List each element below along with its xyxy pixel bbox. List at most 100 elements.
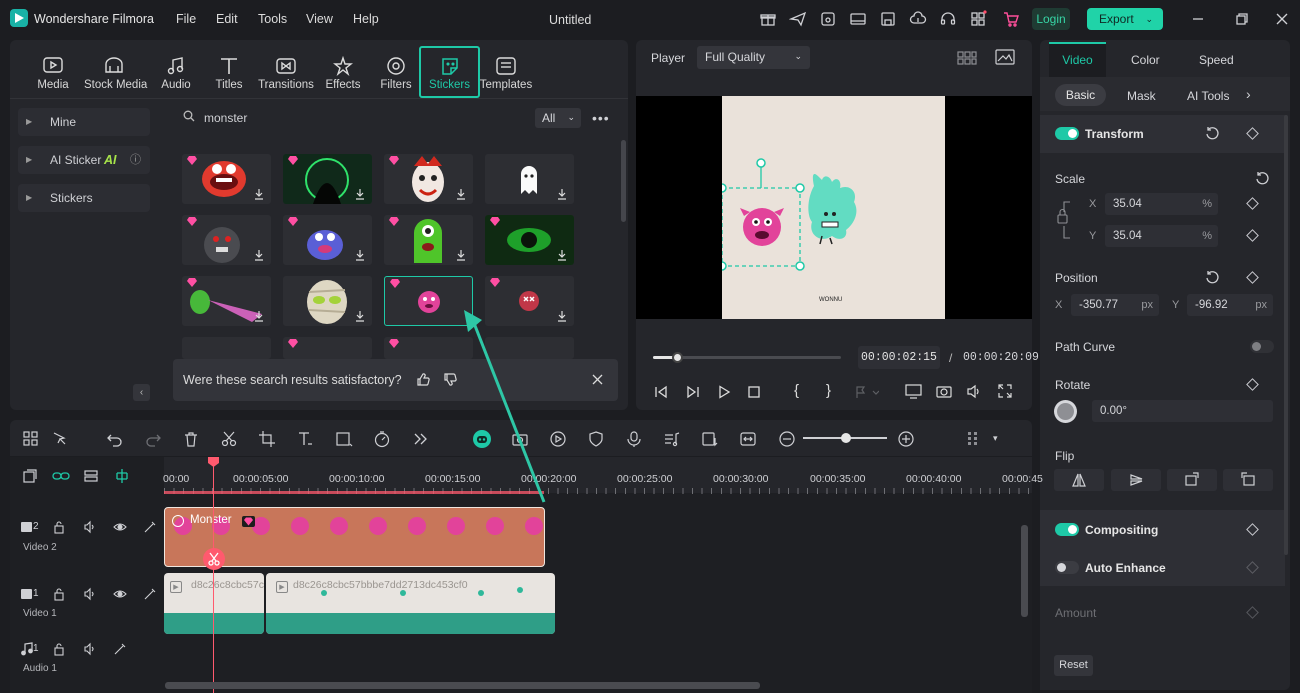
tab-stock-media[interactable]: Stock Media	[84, 48, 147, 96]
help-icon[interactable]: ⓘ	[130, 146, 141, 174]
lock-icon[interactable]	[53, 642, 65, 656]
tab-speed[interactable]: Speed	[1199, 53, 1234, 67]
tab-templates[interactable]: Templates	[476, 48, 536, 96]
sticker-thumbnail-selected[interactable]	[384, 276, 473, 326]
audio-list-icon[interactable]	[663, 430, 681, 448]
eye-icon[interactable]	[113, 587, 127, 601]
save-icon[interactable]	[879, 10, 897, 28]
tab-effects[interactable]: Effects	[313, 48, 373, 96]
thumbs-down-icon[interactable]	[443, 372, 458, 387]
rotate-input[interactable]: 0.00°	[1092, 400, 1273, 422]
current-time[interactable]: 00:00:02:15	[858, 346, 940, 369]
sticker-thumbnail[interactable]	[182, 154, 271, 204]
sticker-thumbnail[interactable]	[283, 276, 372, 326]
undo-icon[interactable]	[106, 430, 124, 448]
timeline-vertical-scrollbar[interactable]	[1021, 525, 1028, 617]
sticker-thumbnail[interactable]	[485, 215, 574, 265]
auto-enhance-toggle[interactable]	[1055, 561, 1079, 574]
camera-record-icon[interactable]	[511, 430, 529, 448]
video-clip-b[interactable]: ▶ d8c26c8cbc57bbbe7dd2713dc453cf0	[266, 573, 555, 634]
download-icon[interactable]	[556, 310, 568, 322]
sticker-thumbnail[interactable]	[182, 276, 271, 326]
tab-filters[interactable]: Filters	[366, 48, 426, 96]
voice-changer-icon[interactable]	[701, 430, 719, 448]
download-icon[interactable]	[354, 188, 366, 200]
maximize-icon[interactable]	[1234, 11, 1252, 29]
download-icon[interactable]	[556, 249, 568, 261]
play-icon[interactable]	[717, 385, 731, 399]
magic-wand-icon[interactable]	[113, 642, 127, 656]
subtab-basic[interactable]: Basic	[1055, 84, 1106, 106]
chevron-down-icon[interactable]: ▾	[993, 433, 998, 444]
tab-titles[interactable]: Titles	[199, 48, 259, 96]
scale-y-input[interactable]: 35.04%	[1105, 225, 1218, 247]
headset-icon[interactable]	[939, 10, 957, 28]
download-icon[interactable]	[253, 310, 265, 322]
marker-dropdown-icon[interactable]	[855, 386, 879, 399]
menu-view[interactable]: View	[306, 12, 333, 26]
cart-icon[interactable]	[1002, 10, 1020, 28]
export-button[interactable]: Export ⌄	[1087, 8, 1163, 30]
login-button[interactable]: Login	[1032, 8, 1070, 30]
sidebar-item-mine[interactable]: ▶ Mine	[18, 108, 150, 136]
preview-canvas[interactable]: WONNU	[722, 96, 945, 319]
next-frame-icon[interactable]	[686, 385, 700, 399]
flip-horizontal-button[interactable]	[1054, 469, 1104, 491]
split-scissors-icon[interactable]	[203, 548, 225, 570]
menu-edit[interactable]: Edit	[216, 12, 238, 26]
zoom-in-icon[interactable]	[897, 430, 915, 448]
zoom-out-icon[interactable]	[778, 430, 796, 448]
compositing-toggle[interactable]	[1055, 523, 1079, 536]
more-settings-icon[interactable]	[965, 430, 983, 448]
rotate-right-button[interactable]	[1167, 469, 1217, 491]
snap-icon[interactable]	[114, 468, 130, 484]
rotate-left-button[interactable]	[1223, 469, 1273, 491]
send-icon[interactable]	[789, 10, 807, 28]
path-curve-toggle[interactable]	[1250, 340, 1274, 353]
speaker-icon[interactable]	[83, 520, 97, 534]
position-y-input[interactable]: -96.92 px	[1187, 294, 1273, 316]
collapse-sidebar-button[interactable]: ‹	[133, 384, 150, 401]
flip-vertical-button[interactable]	[1111, 469, 1161, 491]
link-icon[interactable]	[52, 468, 70, 484]
camera-icon[interactable]	[936, 384, 952, 399]
display-settings-icon[interactable]	[905, 384, 922, 399]
sidebar-item-ai-sticker[interactable]: ▶ AI Sticker AI ⓘ	[18, 146, 150, 174]
sticker-thumbnail[interactable]	[485, 154, 574, 204]
more-tools-icon[interactable]	[411, 430, 429, 448]
snapshot-image-icon[interactable]	[995, 49, 1015, 65]
playhead-handle[interactable]	[207, 456, 220, 468]
mark-out-icon[interactable]: }	[826, 382, 831, 399]
playhead-line[interactable]	[213, 457, 214, 693]
thumbs-up-icon[interactable]	[416, 372, 431, 387]
add-track-icon[interactable]	[22, 468, 38, 484]
layout-grid-icon[interactable]	[22, 430, 40, 448]
motion-tracking-icon[interactable]	[549, 430, 567, 448]
panel-scrollbar[interactable]	[1284, 115, 1288, 555]
download-icon[interactable]	[455, 188, 467, 200]
download-icon[interactable]	[354, 249, 366, 261]
rotate-dial[interactable]	[1054, 400, 1077, 423]
sticker-thumbnail[interactable]	[485, 276, 574, 326]
fit-timeline-icon[interactable]	[739, 430, 757, 448]
zoom-slider-knob[interactable]	[841, 433, 851, 443]
redo-icon[interactable]	[144, 430, 162, 448]
sticker-thumbnail[interactable]	[283, 154, 372, 204]
sticker-thumbnail[interactable]	[182, 337, 271, 359]
grid-view-icon[interactable]	[957, 51, 977, 65]
more-options-icon[interactable]: •••	[592, 110, 610, 126]
scale-x-input[interactable]: 35.04%	[1105, 193, 1218, 215]
lock-icon[interactable]	[53, 587, 65, 601]
shield-icon[interactable]	[587, 430, 605, 448]
position-x-input[interactable]: -350.77 px	[1071, 294, 1159, 316]
previous-frame-icon[interactable]	[654, 385, 668, 399]
reset-transform-icon[interactable]	[1205, 126, 1220, 141]
magic-wand-icon[interactable]	[143, 587, 157, 601]
microphone-icon[interactable]	[625, 430, 643, 448]
filter-select[interactable]: All ⌄	[535, 108, 581, 128]
video-clip-a[interactable]: ▶ d8c26c8cbc57ca	[164, 573, 264, 634]
download-icon[interactable]	[455, 249, 467, 261]
fullscreen-icon[interactable]	[998, 384, 1012, 398]
quality-select[interactable]: Full Quality ⌄	[697, 46, 810, 69]
magic-wand-icon[interactable]	[143, 520, 157, 534]
